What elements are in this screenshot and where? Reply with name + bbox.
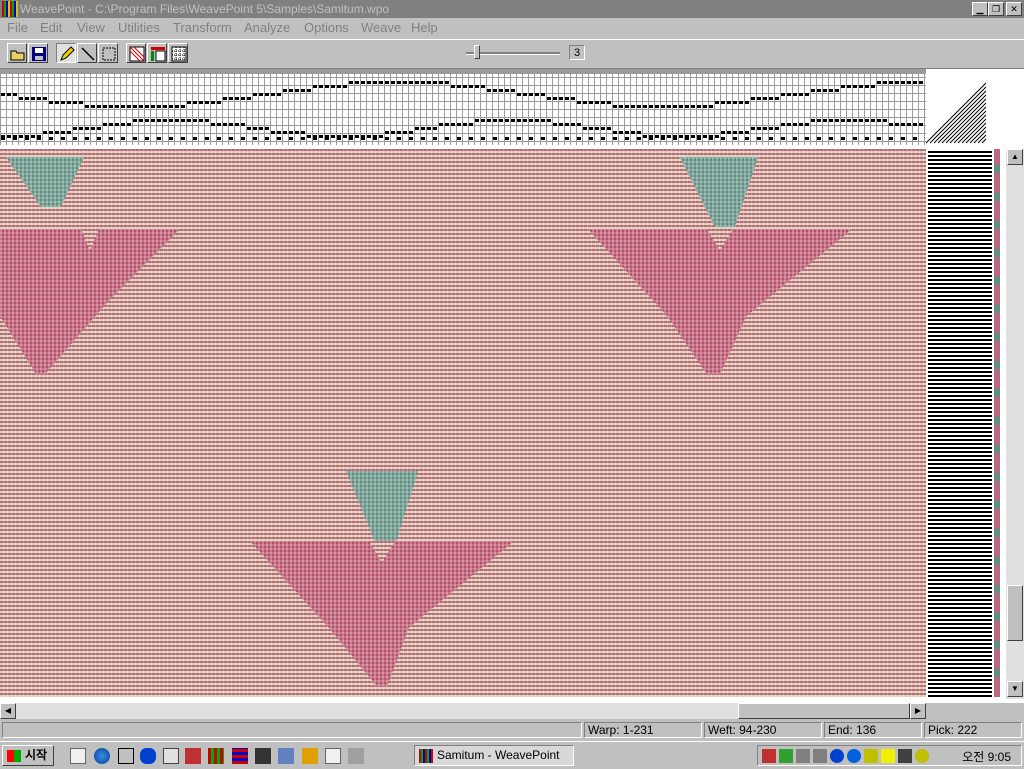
horizontal-scroll-thumb[interactable] [738,703,910,719]
color-pattern-button[interactable] [126,43,146,63]
notepad-icon[interactable] [325,748,341,764]
tray-icon-5[interactable] [830,749,844,763]
tieup-diagram[interactable] [926,79,990,145]
status-end: End: 136 [824,722,922,738]
color-pattern-icon [129,46,145,62]
treadling-grid[interactable] [928,149,992,697]
task-weavepoint[interactable]: Samitum - WeavePoint [414,745,574,766]
zoom-value: 3 [569,45,585,60]
tray-icon-10[interactable] [915,749,929,763]
menu-file[interactable]: File [7,20,28,35]
status-message [2,722,582,738]
close-button[interactable]: ✕ [1006,2,1022,16]
grid-pattern-icon [171,46,187,62]
computer-icon[interactable] [118,748,134,764]
weavepoint-quicklaunch-icon[interactable] [208,748,224,764]
app-icon-dark[interactable] [255,748,271,764]
weft-color-strip[interactable] [994,149,1000,697]
status-bar: Warp: 1-231 Weft: 94-230 End: 136 Pick: … [0,720,1024,740]
tray-icon-8[interactable] [881,749,895,763]
window-title-bar[interactable]: WeavePoint - C:\Program Files\WeavePoint… [0,0,1024,18]
show-desktop-icon[interactable] [70,748,86,764]
motif-teal [680,157,758,227]
open-icon [10,50,25,61]
save-icon [32,47,46,61]
tray-icon-2[interactable] [779,749,793,763]
menu-options[interactable]: Options [304,20,349,35]
app-icon-pattern[interactable] [232,748,248,764]
tray-icon-4[interactable] [813,749,827,763]
pencil-icon [60,46,75,61]
weave-workspace: ▲ ▼ [0,69,1024,703]
save-button[interactable] [28,43,48,63]
status-weft: Weft: 94-230 [704,722,822,738]
threading-grid[interactable] [0,69,926,145]
select-rectangle-icon [102,47,116,61]
color-bar-icon [151,47,166,62]
media-icon[interactable] [163,748,179,764]
app-icon-red[interactable] [185,748,201,764]
app-icon[interactable] [2,1,18,17]
internet-explorer-icon[interactable] [94,748,110,764]
line-button[interactable] [77,43,97,63]
fabric-drawdown[interactable] [0,149,926,697]
menu-analyze[interactable]: Analyze [244,20,290,35]
tray-icon-9[interactable] [898,749,912,763]
start-button[interactable]: 시작 [2,745,54,766]
app-icon-gray[interactable] [348,748,364,764]
tray-icon-6[interactable] [847,749,861,763]
clock: 오전 9:05 [962,750,1011,764]
start-label: 시작 [25,748,48,762]
select-rectangle-button[interactable] [98,43,118,63]
tray-icon-1[interactable] [762,749,776,763]
vertical-scroll-thumb[interactable] [1007,585,1023,641]
menu-edit[interactable]: Edit [40,20,62,35]
scroll-left-icon[interactable]: ◀ [0,703,16,719]
menu-help[interactable]: Help [411,20,438,35]
motif-teal [346,471,418,541]
menu-view[interactable]: View [77,20,105,35]
motif-teal [6,157,84,207]
line-icon [81,47,95,61]
motif-red [250,541,514,686]
motif-red [0,229,180,374]
weavepoint-task-icon [419,749,433,763]
window-title: WeavePoint - C:\Program Files\WeavePoint… [20,2,390,16]
grid-pattern-button[interactable] [168,43,188,63]
restore-button[interactable]: ❐ [988,2,1004,16]
windows-flag-icon [7,749,21,762]
pencil-button[interactable] [56,43,76,63]
toolbar: 3 1 ▼ [0,39,1024,103]
minimize-button[interactable]: ▁ [972,2,988,16]
media-player-icon[interactable] [302,748,318,764]
menu-bar: File Edit View Utilities Transform Analy… [0,18,1024,38]
task-label: Samitum - WeavePoint [437,748,560,762]
zoom-slider-track[interactable] [466,52,560,55]
app-icon-blue[interactable] [278,748,294,764]
volume-icon[interactable] [796,749,810,763]
scroll-down-icon[interactable]: ▼ [1007,681,1023,697]
tray-icon-7[interactable] [864,749,878,763]
open-button[interactable] [7,43,27,63]
taskbar: 시작 Samitum - WeavePoint 오전 9:05 [0,741,1024,769]
motif-red [588,229,852,374]
menu-transform[interactable]: Transform [173,20,232,35]
threading-dots [1,81,923,140]
menu-utilities[interactable]: Utilities [118,20,160,35]
status-pick: Pick: 222 [924,722,1022,738]
zoom-slider-thumb[interactable] [474,45,480,59]
scroll-up-icon[interactable]: ▲ [1007,149,1023,165]
system-tray: 오전 9:05 [757,745,1022,766]
menu-weave[interactable]: Weave [361,20,401,35]
scroll-right-icon[interactable]: ▶ [910,703,926,719]
outlook-icon[interactable] [140,748,156,764]
color-bar-button[interactable] [147,43,167,63]
status-warp: Warp: 1-231 [584,722,702,738]
